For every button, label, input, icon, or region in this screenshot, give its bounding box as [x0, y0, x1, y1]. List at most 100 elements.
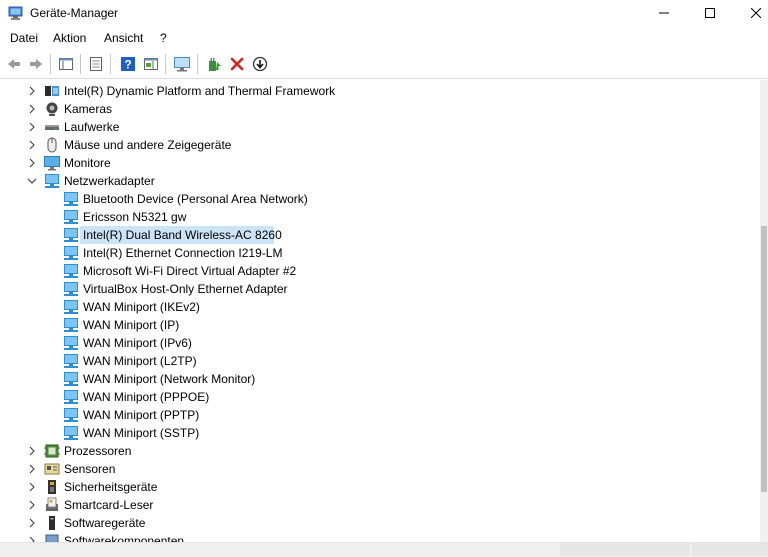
menu-aktion[interactable]: Aktion	[53, 31, 86, 45]
window-title: Geräte-Manager	[30, 6, 119, 20]
toolbar-separator	[50, 54, 51, 74]
tree-item[interactable]: WAN Miniport (SSTP)	[0, 424, 760, 442]
menu-bar: Datei Aktion Ansicht ?	[0, 28, 768, 48]
tree-item[interactable]: VirtualBox Host-Only Ethernet Adapter	[0, 280, 760, 298]
tree-item-label: WAN Miniport (IP)	[83, 318, 180, 332]
tree-item[interactable]: Microsoft Wi-Fi Direct Virtual Adapter #…	[0, 262, 760, 280]
menu-ansicht[interactable]: Ansicht	[104, 31, 143, 45]
forward-arrow-icon	[30, 59, 42, 69]
network-adapter-icon	[64, 210, 78, 224]
help-button[interactable]: ?	[118, 54, 138, 74]
tree-item[interactable]: Intel(R) Dynamic Platform and Thermal Fr…	[0, 82, 760, 100]
security-device-icon	[48, 480, 56, 494]
tree-item[interactable]: Ericsson N5321 gw	[0, 208, 760, 226]
tree-item-label: Sicherheitsgeräte	[64, 480, 158, 494]
tree-item[interactable]: Kameras	[0, 100, 760, 118]
tree-item[interactable]: WAN Miniport (Network Monitor)	[0, 370, 760, 388]
tree-item-label: Sensoren	[64, 462, 116, 476]
tree-item-label: Softwarekomponenten	[64, 534, 185, 542]
network-adapter-icon	[64, 282, 78, 296]
tree-item[interactable]: Softwarekomponenten	[0, 532, 760, 542]
back-button[interactable]	[4, 54, 24, 74]
maximize-button[interactable]	[687, 0, 733, 26]
tree-item[interactable]: WAN Miniport (IPv6)	[0, 334, 760, 352]
tree-item-label: Intel(R) Dynamic Platform and Thermal Fr…	[64, 84, 336, 98]
chevron-right-icon[interactable]	[25, 462, 39, 476]
menu-help[interactable]: ?	[160, 31, 167, 45]
chevron-right-icon[interactable]	[25, 156, 39, 170]
tree-item[interactable]: Netzwerkadapter	[0, 172, 760, 190]
tree-item-label: Mäuse und andere Zeigegeräte	[64, 138, 232, 152]
tree-item[interactable]: Laufwerke	[0, 118, 760, 136]
properties-button[interactable]	[86, 54, 106, 74]
tree-item-label: Bluetooth Device (Personal Area Network)	[83, 192, 308, 206]
vertical-scrollbar[interactable]	[760, 80, 768, 542]
tree-item-label: WAN Miniport (Network Monitor)	[83, 372, 256, 386]
toolbar-separator	[80, 54, 81, 74]
title-bar: Geräte-Manager	[0, 0, 768, 26]
network-adapter-icon	[64, 390, 78, 404]
chip-icon	[45, 86, 59, 96]
chevron-right-icon[interactable]	[25, 498, 39, 512]
toolbar-separator	[165, 54, 166, 74]
tree-item[interactable]: WAN Miniport (PPTP)	[0, 406, 760, 424]
drive-icon	[45, 125, 59, 130]
svg-text:?: ?	[124, 58, 131, 72]
tree-item[interactable]: Mäuse und andere Zeigegeräte	[0, 136, 760, 154]
network-adapter-icon	[64, 372, 78, 386]
chevron-right-icon[interactable]	[25, 480, 39, 494]
scan-hardware-button[interactable]	[172, 54, 192, 74]
close-button[interactable]	[733, 0, 768, 26]
disable-device-button[interactable]	[250, 54, 270, 74]
uninstall-device-button[interactable]	[227, 54, 247, 74]
tree-item-label: Intel(R) Ethernet Connection I219-LM	[83, 246, 283, 260]
chevron-right-icon[interactable]	[25, 534, 39, 542]
tree-item[interactable]: Smartcard-Leser	[0, 496, 760, 514]
tree-item[interactable]: WAN Miniport (IKEv2)	[0, 298, 760, 316]
chevron-right-icon[interactable]	[25, 444, 39, 458]
console-tree-icon	[59, 58, 73, 70]
network-adapter-icon	[64, 318, 78, 332]
forward-button[interactable]	[26, 54, 46, 74]
chevron-down-icon[interactable]	[25, 174, 39, 188]
tree-item[interactable]: WAN Miniport (PPPOE)	[0, 388, 760, 406]
tree-item[interactable]: Bluetooth Device (Personal Area Network)	[0, 190, 760, 208]
show-hide-console-tree-button[interactable]	[56, 54, 76, 74]
down-arrow-circle-icon	[252, 56, 268, 72]
tree-item[interactable]: Sicherheitsgeräte	[0, 478, 760, 496]
chevron-right-icon[interactable]	[25, 102, 39, 116]
close-icon	[751, 8, 761, 18]
status-bar-pane	[692, 543, 768, 556]
network-adapter-icon	[64, 408, 78, 422]
tree-item-label: Laufwerke	[64, 120, 120, 134]
network-adapter-icon	[64, 228, 78, 242]
maximize-icon	[705, 8, 715, 18]
update-driver-button[interactable]	[204, 54, 224, 74]
vertical-scroll-thumb[interactable]	[761, 226, 767, 492]
menu-datei[interactable]: Datei	[10, 31, 38, 45]
chevron-right-icon[interactable]	[25, 138, 39, 152]
tree-item[interactable]: Intel(R) Ethernet Connection I219-LM	[0, 244, 760, 262]
tree-item-label: Kameras	[64, 102, 113, 116]
tree-item[interactable]: WAN Miniport (IP)	[0, 316, 760, 334]
action-pane-button[interactable]	[141, 54, 161, 74]
tree-item-label: Softwaregeräte	[64, 516, 146, 530]
tree-item-selected[interactable]: Intel(R) Dual Band Wireless-AC 8260	[0, 226, 760, 244]
chevron-right-icon[interactable]	[25, 120, 39, 134]
tree-item[interactable]: Softwaregeräte	[0, 514, 760, 532]
tree-item[interactable]: Prozessoren	[0, 442, 760, 460]
minimize-icon	[659, 12, 669, 14]
tree-item-label: Ericsson N5321 gw	[83, 210, 187, 224]
tree-item[interactable]: Monitore	[0, 154, 760, 172]
minimize-button[interactable]	[641, 0, 687, 26]
chevron-right-icon[interactable]	[25, 516, 39, 530]
back-arrow-icon	[8, 59, 20, 69]
network-adapter-icon	[64, 336, 78, 350]
tree-item[interactable]: Sensoren	[0, 460, 760, 478]
network-adapter-icon	[64, 300, 78, 314]
monitor-icon	[44, 156, 60, 171]
software-component-icon	[45, 534, 59, 542]
mouse-icon	[47, 137, 57, 153]
tree-item[interactable]: WAN Miniport (L2TP)	[0, 352, 760, 370]
chevron-right-icon[interactable]	[25, 84, 39, 98]
